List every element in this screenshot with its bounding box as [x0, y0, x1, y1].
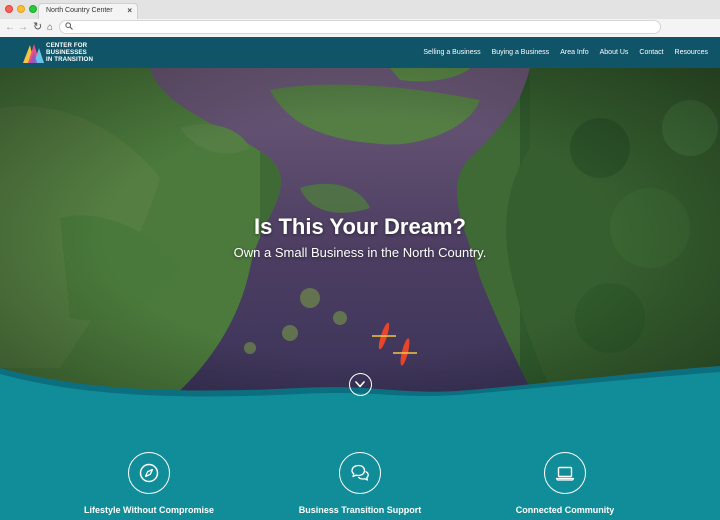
site-header: CENTER FOR BUSINESSES IN TRANSITION Sell…	[0, 37, 720, 68]
feature-label: Connected Community	[515, 505, 615, 515]
nav-about-us[interactable]: About Us	[600, 49, 629, 56]
nav-selling-a-business[interactable]: Selling a Business	[423, 49, 480, 56]
hero-subtitle: Own a Small Business in the North Countr…	[233, 245, 487, 260]
feature-connected-community: Connected Community	[465, 452, 665, 520]
search-icon	[65, 22, 73, 33]
feature-label: Business Transition Support	[298, 505, 422, 515]
tab-title: North Country Center	[46, 7, 113, 14]
nav-contact[interactable]: Contact	[639, 49, 663, 56]
nav-resources[interactable]: Resources	[675, 49, 708, 56]
minimize-window-button[interactable]	[17, 5, 25, 13]
browser-toolbar: ← → ↻ ⌂	[0, 19, 720, 37]
browser-tab[interactable]: North Country Center ×	[38, 3, 138, 20]
main-nav: Selling a Business Buying a Business Are…	[423, 37, 708, 68]
feature-label: Lifestyle Without Compromise	[84, 505, 214, 515]
site-logo[interactable]: CENTER FOR BUSINESSES IN TRANSITION	[21, 41, 111, 65]
hero-section: Is This Your Dream? Own a Small Business…	[0, 68, 720, 408]
laptop-icon	[544, 452, 586, 494]
forward-icon[interactable]: →	[18, 21, 28, 34]
address-bar[interactable]	[59, 20, 661, 34]
logo-line: IN TRANSITION	[46, 56, 94, 63]
tab-close-icon[interactable]: ×	[127, 6, 132, 15]
logo-line: CENTER FOR	[46, 42, 88, 49]
close-window-button[interactable]	[5, 5, 13, 13]
chevron-down-icon	[355, 381, 365, 388]
scroll-down-button[interactable]	[349, 373, 372, 396]
logo-line: BUSINESSES	[46, 49, 87, 56]
browser-chrome: North Country Center × ← → ↻ ⌂	[0, 0, 720, 37]
feature-transition-support: Business Transition Support	[260, 452, 460, 520]
logo-mark-icon	[23, 44, 44, 63]
logo-text: CENTER FOR BUSINESSES IN TRANSITION	[46, 42, 93, 63]
reload-icon[interactable]: ↻	[33, 21, 42, 34]
hero-title: Is This Your Dream?	[254, 214, 466, 239]
maximize-window-button[interactable]	[29, 5, 37, 13]
compass-icon	[128, 452, 170, 494]
nav-buying-a-business[interactable]: Buying a Business	[492, 49, 550, 56]
home-icon[interactable]: ⌂	[47, 21, 53, 34]
chat-bubbles-icon	[339, 452, 381, 494]
feature-lifestyle: Lifestyle Without Compromise	[49, 452, 249, 520]
back-icon[interactable]: ←	[5, 21, 15, 34]
nav-area-info[interactable]: Area Info	[560, 49, 588, 56]
